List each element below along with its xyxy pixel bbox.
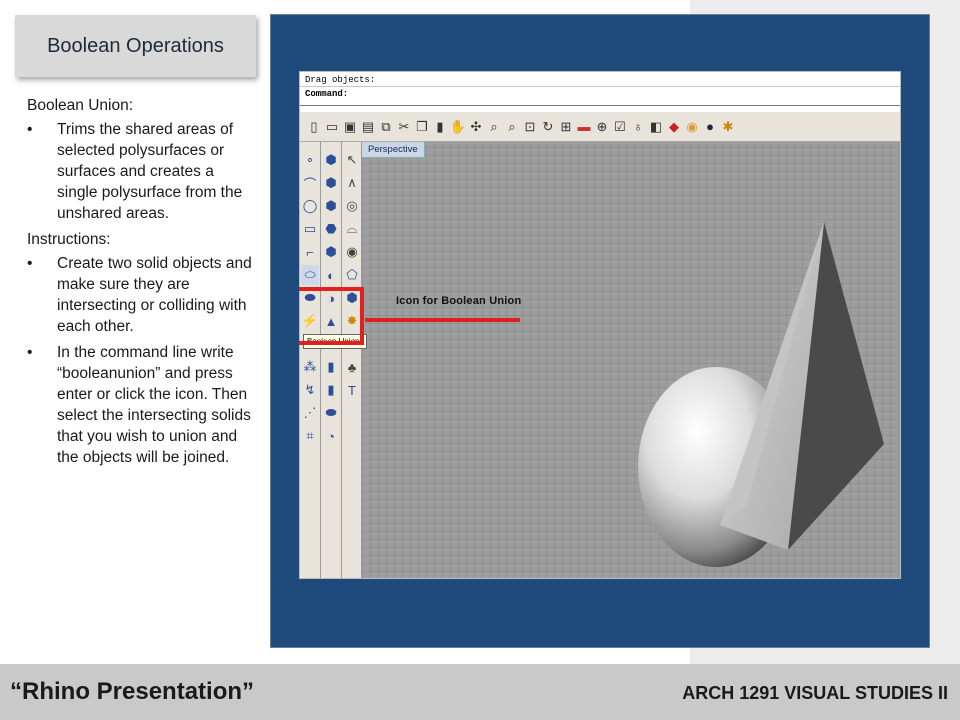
mesh-icon[interactable]: ⌗ bbox=[301, 426, 319, 446]
left-toolbars: ∘ ⌒ ◯ ▭ ⌐ ⬭ ⬬ ⚡ ⌖ ⁂ ↯ ⋰ ⌗ ⬢ ⬢ ⬢ ⬣ ⬢ ◐ ◑ … bbox=[300, 142, 362, 578]
fillet-icon[interactable]: ⌐ bbox=[301, 242, 319, 262]
zoom-icon[interactable]: ⌕ bbox=[486, 118, 502, 136]
slide-footer: “Rhino Presentation” ARCH 1291 VISUAL ST… bbox=[0, 664, 960, 720]
car-icon[interactable]: ▬ bbox=[576, 118, 592, 136]
boolean-union-icon[interactable]: ⬭ bbox=[301, 265, 319, 285]
sweep-icon[interactable]: ▮ bbox=[322, 357, 340, 377]
new-icon[interactable]: ▯ bbox=[306, 118, 322, 136]
settings-icon[interactable]: ✱ bbox=[720, 118, 736, 136]
command-history: Drag objects: bbox=[305, 75, 376, 85]
circle-icon[interactable]: ◯ bbox=[301, 196, 319, 216]
torus-icon[interactable]: ⬢ bbox=[322, 242, 340, 262]
instructions-heading: Instructions: bbox=[27, 231, 111, 248]
edit-point-icon[interactable]: ◎ bbox=[343, 196, 361, 216]
sphere-icon[interactable]: ▮ bbox=[322, 380, 340, 400]
print-icon[interactable]: ▤ bbox=[360, 118, 376, 136]
cylinder-icon[interactable]: ⬢ bbox=[322, 173, 340, 193]
perspective-viewport[interactable]: Perspective bbox=[362, 142, 900, 578]
zoom-extents-icon[interactable]: ⊡ bbox=[522, 118, 538, 136]
standard-toolbar: ▯ ▭ ▣ ▤ ⧉ ✂ ❐ ▮ ✋ ✣ ⌕ ⌕ ⊡ ↻ ⊞ ▬ ⊕ ☑ ♁ ◧ … bbox=[300, 112, 900, 142]
explode-icon[interactable]: ⋰ bbox=[301, 403, 319, 423]
paste-icon[interactable]: ▮ bbox=[432, 118, 448, 136]
cone-icon[interactable]: ⬢ bbox=[322, 196, 340, 216]
material-icon[interactable]: ◉ bbox=[684, 118, 700, 136]
instruction-bullet: In the command line write “booleanunion”… bbox=[27, 342, 255, 468]
group-icon[interactable]: ⁂ bbox=[301, 357, 319, 377]
zoom-window-icon[interactable]: ⌕ bbox=[504, 118, 520, 136]
select-icon[interactable]: ↖ bbox=[343, 150, 361, 170]
cube-icon[interactable]: T bbox=[343, 380, 361, 400]
intro-bullet: Trims the shared areas of selected polys… bbox=[27, 119, 255, 224]
slide-body: Boolean Union: Trims the shared areas of… bbox=[27, 95, 255, 473]
grid-icon[interactable]: ⊞ bbox=[558, 118, 574, 136]
intro-heading: Boolean Union: bbox=[27, 97, 133, 114]
render-icon[interactable]: ◆ bbox=[666, 118, 682, 136]
slide-title-text: Boolean Operations bbox=[47, 34, 224, 57]
import-icon[interactable]: ⧉ bbox=[378, 118, 394, 136]
highlight-box bbox=[299, 287, 364, 345]
intro-list: Trims the shared areas of selected polys… bbox=[27, 119, 255, 224]
offset-icon[interactable]: ◉ bbox=[343, 242, 361, 262]
command-area: Drag objects: Command: bbox=[300, 72, 900, 112]
lightbulb-icon[interactable]: ♁ bbox=[630, 118, 646, 136]
move-icon[interactable]: ✣ bbox=[468, 118, 484, 136]
toolbar-column-3: ↖ ∧ ◎ ⌓ ◉ ⬠ ⬢ ✸ ⤡ ♣ T bbox=[342, 150, 362, 400]
instructions-list: Create two solid objects and make sure t… bbox=[27, 253, 255, 468]
cap-icon[interactable]: ◔ bbox=[322, 426, 340, 446]
point-icon[interactable]: ∘ bbox=[301, 150, 319, 170]
join-icon[interactable]: ↯ bbox=[301, 380, 319, 400]
cut-icon[interactable]: ✂ bbox=[396, 118, 412, 136]
save-icon[interactable]: ▣ bbox=[342, 118, 358, 136]
box-icon[interactable]: ⬢ bbox=[322, 150, 340, 170]
instruction-bullet: Create two solid objects and make sure t… bbox=[27, 253, 255, 337]
open-icon[interactable]: ▭ bbox=[324, 118, 340, 136]
rotate-view-icon[interactable]: ↻ bbox=[540, 118, 556, 136]
arc-icon[interactable]: ⌓ bbox=[343, 219, 361, 239]
shade-icon[interactable]: ◧ bbox=[648, 118, 664, 136]
ellipsoid-icon[interactable]: ⬬ bbox=[322, 403, 340, 423]
scene-render bbox=[638, 222, 884, 567]
annotation-pointer-line bbox=[365, 318, 520, 322]
polyline-icon[interactable]: ∧ bbox=[343, 173, 361, 193]
check-icon[interactable]: ☑ bbox=[612, 118, 628, 136]
slide-title: Boolean Operations bbox=[15, 15, 256, 77]
pyramid-icon[interactable]: ⬣ bbox=[322, 219, 340, 239]
presentation-title: “Rhino Presentation” bbox=[10, 678, 255, 705]
pipe-icon[interactable]: ◐ bbox=[322, 265, 340, 285]
rhino-screenshot: Drag objects: Command: ▯ ▭ ▣ ▤ ⧉ ✂ ❐ ▮ ✋… bbox=[299, 71, 901, 579]
copy-icon[interactable]: ❐ bbox=[414, 118, 430, 136]
curve-icon[interactable]: ⌒ bbox=[301, 173, 319, 193]
surface-icon[interactable]: ⬠ bbox=[343, 265, 361, 285]
annotation-label: Icon for Boolean Union bbox=[396, 295, 522, 307]
sphere-render-icon[interactable]: ● bbox=[702, 118, 718, 136]
block-icon[interactable]: ♣ bbox=[343, 357, 361, 377]
snap-icon[interactable]: ⊕ bbox=[594, 118, 610, 136]
pan-icon[interactable]: ✋ bbox=[450, 118, 466, 136]
command-prompt[interactable]: Command: bbox=[300, 89, 900, 106]
course-name: ARCH 1291 VISUAL STUDIES II bbox=[682, 683, 948, 703]
rectangle-icon[interactable]: ▭ bbox=[301, 219, 319, 239]
